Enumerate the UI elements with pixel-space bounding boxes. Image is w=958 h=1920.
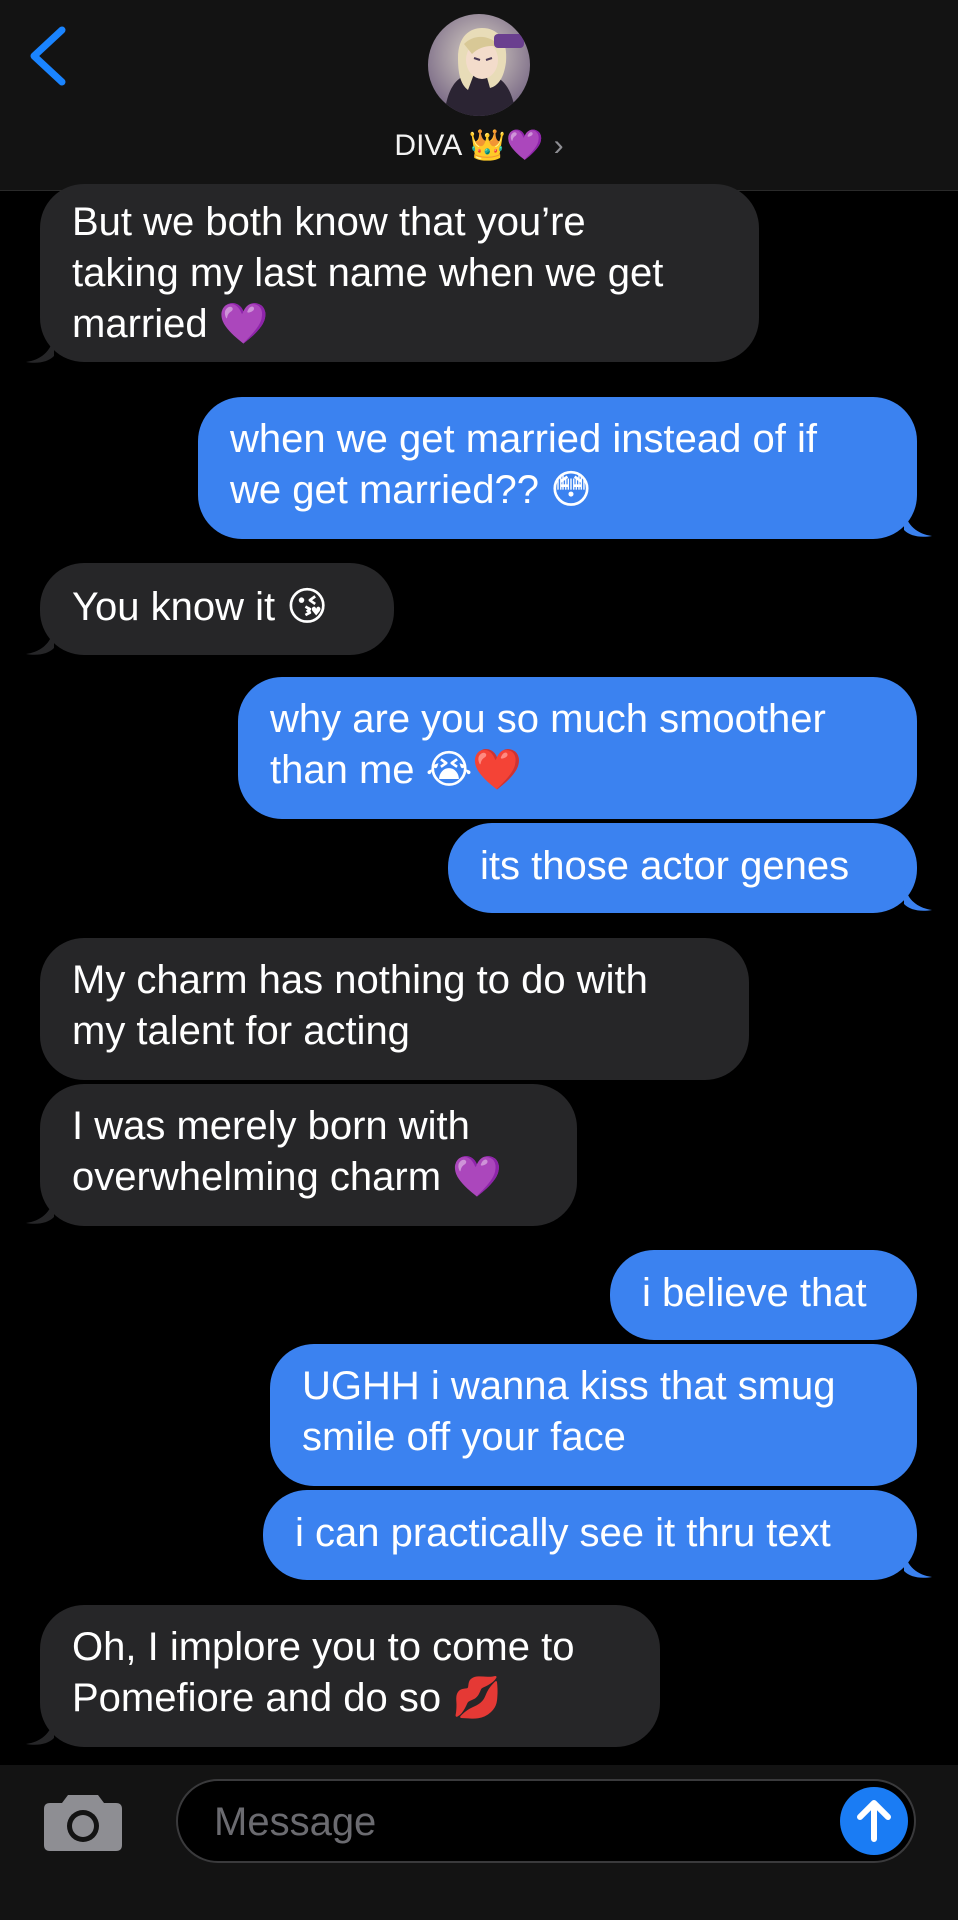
- message-bubble-outgoing[interactable]: when we get married instead of if we get…: [198, 397, 917, 539]
- message-line: Pomefiore and do so 💋: [72, 1676, 503, 1720]
- chevron-left-icon: [30, 26, 66, 86]
- message-line: You know it 😘: [72, 585, 328, 629]
- bubble-tail: [904, 1549, 932, 1578]
- message-line: UGHH i wanna kiss that smug: [302, 1364, 836, 1408]
- message-input[interactable]: [212, 1781, 796, 1863]
- message-bubble-incoming[interactable]: Oh, I implore you to come to Pomefiore a…: [40, 1605, 660, 1747]
- bubble-tail: [26, 334, 54, 363]
- message-bubble-outgoing[interactable]: its those actor genes: [448, 823, 917, 913]
- message-bubble-incoming[interactable]: My charm has nothing to do with my talen…: [40, 938, 749, 1080]
- message-bubble-outgoing[interactable]: UGHH i wanna kiss that smug smile off yo…: [270, 1344, 917, 1486]
- message-field[interactable]: [176, 1779, 916, 1863]
- arrow-up-icon: [857, 1800, 891, 1842]
- bubble-tail: [904, 882, 932, 911]
- message-line: i believe that: [642, 1271, 867, 1315]
- bubble-tail: [26, 626, 54, 655]
- contact-name: DIVA 👑💜: [394, 129, 544, 162]
- bubble-tail: [26, 1716, 54, 1745]
- message-composer: [0, 1765, 958, 1920]
- message-line: overwhelming charm 💜: [72, 1155, 502, 1199]
- camera-icon: [44, 1795, 122, 1851]
- message-line: married 💜: [72, 302, 269, 346]
- message-bubble-incoming[interactable]: You know it 😘: [40, 563, 394, 655]
- message-bubble-outgoing[interactable]: i believe that: [610, 1250, 917, 1340]
- message-line: why are you so much smoother: [270, 697, 826, 741]
- conversation-header: DIVA 👑💜 ›: [0, 0, 958, 191]
- message-bubble-outgoing[interactable]: why are you so much smoother than me 😭❤️: [238, 677, 917, 819]
- bubble-tail: [26, 1195, 54, 1224]
- message-line: Oh, I implore you to come to: [72, 1625, 575, 1669]
- contact-name-button[interactable]: DIVA 👑💜 ›: [0, 120, 958, 172]
- message-line: my talent for acting: [72, 1009, 410, 1053]
- chevron-right-icon: ›: [553, 129, 564, 162]
- message-thread[interactable]: But we both know that you’re taking my l…: [0, 184, 958, 1765]
- message-bubble-incoming[interactable]: But we both know that you’re taking my l…: [40, 184, 759, 362]
- contact-avatar-image: [428, 14, 530, 116]
- message-line: taking my last name when we get: [72, 251, 664, 295]
- back-button[interactable]: [24, 24, 76, 88]
- message-line: than me 😭❤️: [270, 748, 523, 792]
- message-line: But we both know that you’re: [72, 200, 586, 244]
- message-line: smile off your face: [302, 1415, 626, 1459]
- message-line: we get married?? 😳: [230, 468, 592, 512]
- message-line: I was merely born with: [72, 1104, 470, 1148]
- message-line: My charm has nothing to do with: [72, 958, 648, 1002]
- message-bubble-incoming[interactable]: I was merely born with overwhelming char…: [40, 1084, 577, 1226]
- message-line: when we get married instead of if: [230, 417, 817, 461]
- camera-button[interactable]: [42, 1789, 124, 1853]
- bubble-tail: [904, 508, 932, 537]
- message-bubble-outgoing[interactable]: i can practically see it thru text: [263, 1490, 917, 1580]
- message-line: i can practically see it thru text: [295, 1511, 831, 1555]
- message-line: its those actor genes: [480, 844, 850, 888]
- avatar[interactable]: [428, 14, 530, 116]
- send-button[interactable]: [840, 1787, 908, 1855]
